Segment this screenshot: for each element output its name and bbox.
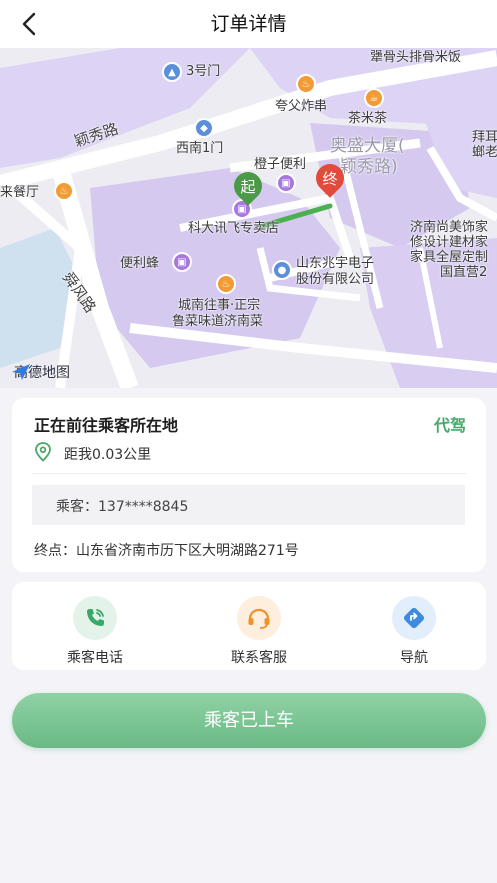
map-label: 城南往事·正宗	[178, 298, 261, 313]
map-label: 3号门	[186, 64, 221, 79]
passenger-phone: 乘客：137****8845	[56, 499, 189, 515]
map-canvas	[0, 48, 497, 388]
restaurant-icon: ♨	[54, 181, 74, 201]
passenger-info: 乘客：137****8845	[32, 485, 465, 525]
map-label: 拜耳	[472, 130, 497, 145]
tea-icon: ☕	[364, 88, 384, 108]
map-label: 螂老	[472, 145, 497, 160]
map-view[interactable]: 犟骨头排骨米饭 ▲ 3号门 ♨ 夸父炸串 ☕ 茶米茶 颖秀路 ◆ 西南1门 奥盛…	[0, 48, 497, 388]
store-icon: ▣	[172, 252, 192, 272]
end-marker: 终	[310, 158, 350, 198]
divider	[32, 473, 466, 474]
distance-text: 距我0.03公里	[64, 447, 152, 463]
map-label: 鲁菜味道济南菜	[172, 314, 264, 329]
location-pin-icon	[35, 442, 51, 462]
map-label: 股份有限公司	[296, 272, 375, 287]
restaurant-icon: ♨	[216, 274, 236, 294]
actions-card: 乘客电话 联系客服 导航	[12, 582, 486, 670]
contact-support-label: 联系客服	[231, 650, 287, 666]
map-label: 颖秀路)	[340, 157, 398, 177]
gate-icon: ▲	[162, 62, 182, 82]
passenger-boarded-button[interactable]: 乘客已上车	[12, 693, 486, 748]
call-passenger-button[interactable]: 乘客电话	[35, 596, 155, 666]
gate-icon: ◆	[194, 118, 214, 138]
map-label: 来餐厅	[0, 185, 40, 200]
headset-icon	[248, 608, 270, 629]
navigation-icon	[403, 607, 425, 629]
map-logo: 高德地图	[10, 362, 70, 382]
navigation-button[interactable]: 导航	[354, 596, 474, 666]
amap-logo-icon	[12, 364, 30, 380]
page-title: 订单详情	[210, 13, 287, 35]
service-type-badge: 代驾	[433, 416, 466, 435]
map-label: 国直营2	[440, 265, 488, 280]
destination-text: 终点：山东省济南市历下区大明湖路271号	[34, 543, 299, 559]
location-icon: ●	[272, 260, 292, 280]
store-icon: ▣	[276, 173, 296, 193]
map-label: 西南1门	[176, 141, 224, 156]
nav-bar: 订单详情	[0, 0, 497, 48]
order-status: 正在前往乘客所在地	[34, 416, 179, 435]
map-label: 修设计建材家	[410, 235, 489, 250]
map-label: 科大讯飞专卖店	[188, 221, 280, 236]
map-label: 橙子便利	[254, 157, 307, 172]
map-label: 家具全屋定制	[410, 250, 489, 265]
map-label: 山东兆宇电子	[296, 256, 375, 271]
phone-icon	[87, 609, 104, 626]
map-label: 犟骨头排骨米饭	[370, 50, 462, 65]
map-label: 奥盛大厦(	[330, 136, 405, 156]
map-label: 茶米茶	[348, 111, 388, 126]
navigation-label: 导航	[400, 650, 428, 666]
map-label: 济南尚美饰家	[410, 220, 489, 235]
order-info-card: 正在前往乘客所在地 代驾 距我0.03公里 乘客：137****8845 终点：…	[12, 398, 486, 572]
restaurant-icon: ♨	[296, 74, 316, 94]
call-passenger-label: 乘客电话	[67, 650, 123, 666]
map-label: 夸父炸串	[275, 99, 328, 114]
start-marker: 起	[228, 166, 268, 206]
contact-support-button[interactable]: 联系客服	[199, 596, 319, 666]
map-label: 便利蜂	[120, 256, 160, 271]
